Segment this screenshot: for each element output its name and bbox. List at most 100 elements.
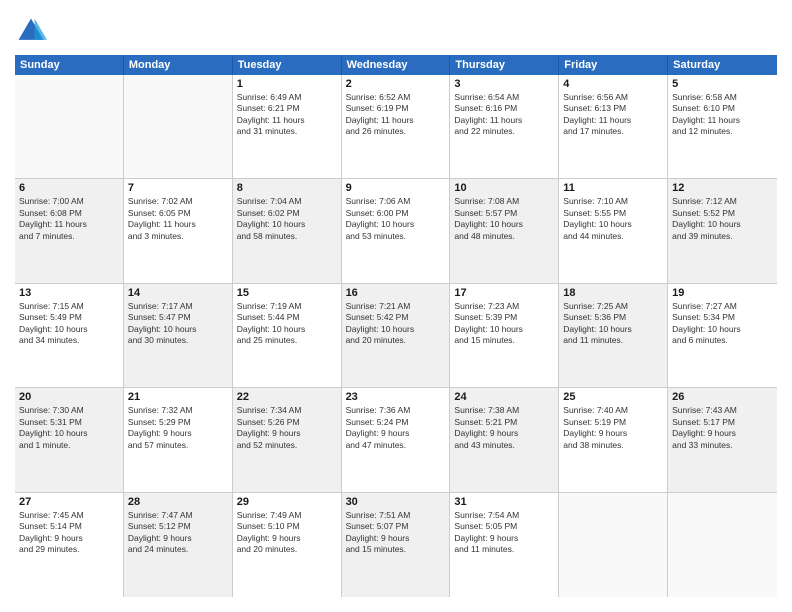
day-detail: Sunrise: 7:19 AM Sunset: 5:44 PM Dayligh…: [237, 301, 337, 347]
calendar-cell: 5 Sunrise: 6:58 AM Sunset: 6:10 PM Daylig…: [668, 75, 777, 178]
calendar-cell: 7 Sunrise: 7:02 AM Sunset: 6:05 PM Daylig…: [124, 179, 233, 282]
day-number: 25: [563, 391, 663, 403]
day-detail: Sunrise: 7:02 AM Sunset: 6:05 PM Dayligh…: [128, 196, 228, 242]
logo: [15, 15, 51, 47]
day-number: 11: [563, 182, 663, 194]
day-detail: Sunrise: 7:47 AM Sunset: 5:12 PM Dayligh…: [128, 510, 228, 556]
day-number: 12: [672, 182, 773, 194]
day-detail: Sunrise: 7:10 AM Sunset: 5:55 PM Dayligh…: [563, 196, 663, 242]
calendar-cell: 15 Sunrise: 7:19 AM Sunset: 5:44 PM Dayli…: [233, 284, 342, 387]
calendar-row: 13 Sunrise: 7:15 AM Sunset: 5:49 PM Dayli…: [15, 284, 777, 388]
calendar: SundayMondayTuesdayWednesdayThursdayFrid…: [15, 55, 777, 597]
day-number: 2: [346, 78, 446, 90]
day-number: 5: [672, 78, 773, 90]
day-number: 28: [128, 496, 228, 508]
day-detail: Sunrise: 7:32 AM Sunset: 5:29 PM Dayligh…: [128, 405, 228, 451]
weekday-header: Monday: [124, 55, 233, 75]
day-detail: Sunrise: 6:52 AM Sunset: 6:19 PM Dayligh…: [346, 92, 446, 138]
day-number: 17: [454, 287, 554, 299]
day-number: 19: [672, 287, 773, 299]
calendar-row: 20 Sunrise: 7:30 AM Sunset: 5:31 PM Dayli…: [15, 388, 777, 492]
day-detail: Sunrise: 7:17 AM Sunset: 5:47 PM Dayligh…: [128, 301, 228, 347]
day-number: 31: [454, 496, 554, 508]
day-number: 8: [237, 182, 337, 194]
weekday-header: Tuesday: [233, 55, 342, 75]
day-detail: Sunrise: 7:30 AM Sunset: 5:31 PM Dayligh…: [19, 405, 119, 451]
calendar-cell: 10Sunrise: 7:08 AM Sunset: 5:57 PM Dayli…: [450, 179, 559, 282]
calendar-cell: 24Sunrise: 7:38 AM Sunset: 5:21 PM Dayli…: [450, 388, 559, 491]
calendar-cell: 20 Sunrise: 7:30 AM Sunset: 5:31 PM Dayli…: [15, 388, 124, 491]
day-number: 7: [128, 182, 228, 194]
calendar-row: 1Sunrise: 6:49 AM Sunset: 6:21 PM Daylig…: [15, 75, 777, 179]
day-detail: Sunrise: 7:40 AM Sunset: 5:19 PM Dayligh…: [563, 405, 663, 451]
day-detail: Sunrise: 7:12 AM Sunset: 5:52 PM Dayligh…: [672, 196, 773, 242]
day-detail: Sunrise: 6:54 AM Sunset: 6:16 PM Dayligh…: [454, 92, 554, 138]
day-number: 27: [19, 496, 119, 508]
calendar-cell: 31 Sunrise: 7:54 AM Sunset: 5:05 PM Dayli…: [450, 493, 559, 597]
day-number: 4: [563, 78, 663, 90]
day-number: 14: [128, 287, 228, 299]
calendar-cell: [559, 493, 668, 597]
day-number: 1: [237, 78, 337, 90]
day-detail: Sunrise: 7:25 AM Sunset: 5:36 PM Dayligh…: [563, 301, 663, 347]
calendar-cell: 4 Sunrise: 6:56 AM Sunset: 6:13 PM Daylig…: [559, 75, 668, 178]
calendar-cell: [15, 75, 124, 178]
calendar-cell: 18 Sunrise: 7:25 AM Sunset: 5:36 PM Dayli…: [559, 284, 668, 387]
day-number: 9: [346, 182, 446, 194]
calendar-cell: 12 Sunrise: 7:12 AM Sunset: 5:52 PM Dayli…: [668, 179, 777, 282]
day-number: 18: [563, 287, 663, 299]
day-detail: Sunrise: 7:04 AM Sunset: 6:02 PM Dayligh…: [237, 196, 337, 242]
day-detail: Sunrise: 7:08 AM Sunset: 5:57 PM Dayligh…: [454, 196, 554, 242]
calendar-cell: 1Sunrise: 6:49 AM Sunset: 6:21 PM Daylig…: [233, 75, 342, 178]
calendar-row: 6Sunrise: 7:00 AM Sunset: 6:08 PM Daylig…: [15, 179, 777, 283]
weekday-header: Sunday: [15, 55, 124, 75]
calendar-cell: 22 Sunrise: 7:34 AM Sunset: 5:26 PM Dayli…: [233, 388, 342, 491]
calendar-cell: 16Sunrise: 7:21 AM Sunset: 5:42 PM Dayli…: [342, 284, 451, 387]
weekday-header: Saturday: [668, 55, 777, 75]
weekday-header: Thursday: [450, 55, 559, 75]
day-detail: Sunrise: 7:06 AM Sunset: 6:00 PM Dayligh…: [346, 196, 446, 242]
weekday-header: Friday: [559, 55, 668, 75]
day-number: 30: [346, 496, 446, 508]
day-number: 13: [19, 287, 119, 299]
day-number: 20: [19, 391, 119, 403]
day-number: 3: [454, 78, 554, 90]
day-detail: Sunrise: 7:54 AM Sunset: 5:05 PM Dayligh…: [454, 510, 554, 556]
calendar-row: 27 Sunrise: 7:45 AM Sunset: 5:14 PM Dayli…: [15, 493, 777, 597]
page: SundayMondayTuesdayWednesdayThursdayFrid…: [0, 0, 792, 612]
calendar-cell: 9 Sunrise: 7:06 AM Sunset: 6:00 PM Daylig…: [342, 179, 451, 282]
calendar-cell: 3 Sunrise: 6:54 AM Sunset: 6:16 PM Daylig…: [450, 75, 559, 178]
day-detail: Sunrise: 7:23 AM Sunset: 5:39 PM Dayligh…: [454, 301, 554, 347]
day-detail: Sunrise: 7:45 AM Sunset: 5:14 PM Dayligh…: [19, 510, 119, 556]
day-number: 15: [237, 287, 337, 299]
calendar-cell: 30Sunrise: 7:51 AM Sunset: 5:07 PM Dayli…: [342, 493, 451, 597]
logo-icon: [15, 15, 47, 47]
calendar-cell: 29 Sunrise: 7:49 AM Sunset: 5:10 PM Dayli…: [233, 493, 342, 597]
calendar-cell: 19Sunrise: 7:27 AM Sunset: 5:34 PM Dayli…: [668, 284, 777, 387]
day-detail: Sunrise: 7:21 AM Sunset: 5:42 PM Dayligh…: [346, 301, 446, 347]
calendar-cell: [668, 493, 777, 597]
calendar-cell: 11 Sunrise: 7:10 AM Sunset: 5:55 PM Dayli…: [559, 179, 668, 282]
calendar-header: SundayMondayTuesdayWednesdayThursdayFrid…: [15, 55, 777, 75]
calendar-cell: 8 Sunrise: 7:04 AM Sunset: 6:02 PM Daylig…: [233, 179, 342, 282]
day-number: 23: [346, 391, 446, 403]
day-number: 24: [454, 391, 554, 403]
calendar-cell: 21 Sunrise: 7:32 AM Sunset: 5:29 PM Dayli…: [124, 388, 233, 491]
weekday-header: Wednesday: [342, 55, 451, 75]
calendar-cell: 26Sunrise: 7:43 AM Sunset: 5:17 PM Dayli…: [668, 388, 777, 491]
day-number: 21: [128, 391, 228, 403]
day-number: 26: [672, 391, 773, 403]
day-detail: Sunrise: 6:56 AM Sunset: 6:13 PM Dayligh…: [563, 92, 663, 138]
calendar-cell: 23Sunrise: 7:36 AM Sunset: 5:24 PM Dayli…: [342, 388, 451, 491]
day-detail: Sunrise: 7:49 AM Sunset: 5:10 PM Dayligh…: [237, 510, 337, 556]
calendar-cell: 2 Sunrise: 6:52 AM Sunset: 6:19 PM Daylig…: [342, 75, 451, 178]
day-detail: Sunrise: 6:58 AM Sunset: 6:10 PM Dayligh…: [672, 92, 773, 138]
calendar-cell: 28 Sunrise: 7:47 AM Sunset: 5:12 PM Dayli…: [124, 493, 233, 597]
day-number: 22: [237, 391, 337, 403]
day-detail: Sunrise: 7:34 AM Sunset: 5:26 PM Dayligh…: [237, 405, 337, 451]
day-number: 29: [237, 496, 337, 508]
calendar-cell: 13 Sunrise: 7:15 AM Sunset: 5:49 PM Dayli…: [15, 284, 124, 387]
calendar-cell: [124, 75, 233, 178]
calendar-body: 1Sunrise: 6:49 AM Sunset: 6:21 PM Daylig…: [15, 75, 777, 597]
day-detail: Sunrise: 7:15 AM Sunset: 5:49 PM Dayligh…: [19, 301, 119, 347]
